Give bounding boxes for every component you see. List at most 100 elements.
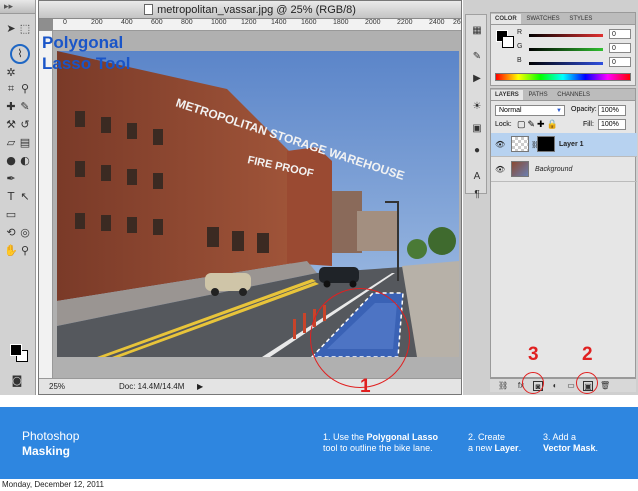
- slider-track-b[interactable]: [529, 62, 603, 65]
- lock-options-icons[interactable]: ▢✎✚🔒: [517, 119, 560, 130]
- pen-tool-icon[interactable]: ✒: [4, 172, 18, 186]
- move-tool-icon[interactable]: ➤: [4, 22, 18, 36]
- color-panel: COLOR SWATCHES STYLES R 0 G 0 B 0: [490, 12, 636, 86]
- callout-line-1: Polygonal: [42, 33, 124, 52]
- 3d-rotate-tool-icon[interactable]: ⟲: [4, 226, 18, 240]
- ruler-mark: 1000: [211, 19, 227, 26]
- layer-thumbnail: [511, 161, 529, 177]
- marker-circle-bike-lane: [310, 288, 410, 388]
- banner-title-line-2: Masking: [22, 444, 71, 458]
- ruler-mark: 800: [181, 19, 193, 26]
- brush-tool-icon[interactable]: ✎: [18, 100, 32, 114]
- new-group-icon[interactable]: ▭: [566, 381, 576, 391]
- layer-name: Background: [535, 166, 573, 173]
- tools-panel: ▸▸ ➤ ⬚ ⌇ ✲ ⌗ ⚲ ✚ ✎ ⚒ ↺ ▱ ▤ ● ◐ ✒ T ↖ ▭ ⟲…: [0, 0, 36, 395]
- document-title: metropolitan_vassar.jpg @ 25% (RGB/8): [157, 4, 356, 16]
- ruler-mark: 400: [121, 19, 133, 26]
- eraser-tool-icon[interactable]: ▱: [4, 136, 18, 150]
- slider-track-g[interactable]: [529, 48, 603, 51]
- marker-circle-add-mask: [522, 372, 544, 394]
- healing-brush-tool-icon[interactable]: ✚: [4, 100, 18, 114]
- banner-title: Photoshop Masking: [22, 429, 79, 459]
- adjustments-panel-icon[interactable]: ☀: [471, 101, 483, 113]
- step-1-prefix: 1. Use the: [323, 432, 367, 442]
- gradient-tool-icon[interactable]: ▤: [18, 136, 32, 150]
- color-bg-swatch[interactable]: [502, 36, 514, 48]
- channel-label-g: G: [517, 43, 523, 50]
- tab-layers[interactable]: LAYERS: [491, 90, 523, 100]
- foreground-color-swatch[interactable]: [10, 344, 22, 356]
- visibility-eye-icon[interactable]: 👁: [495, 165, 505, 174]
- tab-color[interactable]: COLOR: [491, 14, 521, 24]
- lock-label: Lock:: [495, 121, 512, 128]
- tab-styles[interactable]: STYLES: [565, 16, 596, 22]
- crop-tool-icon[interactable]: ⌗: [4, 82, 18, 96]
- step-3: 3. Add a Vector Mask.: [543, 432, 598, 454]
- history-panel-icon[interactable]: ▦: [471, 25, 483, 37]
- step-1: 1. Use the Polygonal Lasso tool to outli…: [323, 432, 438, 454]
- adjustment-layer-icon[interactable]: ◐: [550, 381, 560, 391]
- slider-track-r[interactable]: [529, 34, 603, 37]
- step-3-bold: Vector Mask: [543, 443, 596, 453]
- ruler-mark: 1800: [333, 19, 349, 26]
- magic-wand-tool-icon[interactable]: ✲: [4, 66, 18, 80]
- step-1-bold: Polygonal Lasso: [366, 432, 439, 442]
- fill-input[interactable]: 100%: [598, 119, 626, 130]
- vector-mask-thumbnail[interactable]: [537, 136, 555, 152]
- marker-number-3: 3: [528, 344, 539, 365]
- masks-panel-icon[interactable]: ▣: [471, 123, 483, 135]
- opacity-label: Opacity:: [571, 106, 597, 113]
- marquee-tool-icon[interactable]: ⬚: [18, 22, 32, 36]
- marker-circle-new-layer: [576, 372, 598, 394]
- layer-name: Layer 1: [559, 141, 584, 148]
- blur-tool-icon[interactable]: ●: [4, 154, 18, 168]
- step-1-line-2: tool to outline the bike lane.: [323, 443, 433, 453]
- blend-mode-value: Normal: [499, 107, 522, 114]
- layer-row-background[interactable]: 👁 Background: [491, 158, 637, 182]
- delete-layer-icon[interactable]: 🗑: [600, 381, 610, 391]
- type-tool-icon[interactable]: T: [4, 190, 18, 204]
- selected-tool-highlight: [10, 44, 30, 64]
- 3d-orbit-tool-icon[interactable]: ◎: [18, 226, 32, 240]
- dodge-tool-icon[interactable]: ◐: [18, 154, 32, 168]
- channel-label-r: R: [517, 29, 523, 36]
- quick-mask-icon[interactable]: ◙: [10, 374, 24, 388]
- shape-tool-icon[interactable]: ▭: [4, 208, 18, 222]
- status-menu-arrow-icon[interactable]: ▶: [197, 379, 203, 394]
- eyedropper-tool-icon[interactable]: ⚲: [18, 82, 32, 96]
- ruler-mark: 1600: [301, 19, 317, 26]
- ruler-mark: 0: [63, 19, 67, 26]
- ruler-mark: 1400: [271, 19, 287, 26]
- zoom-tool-icon[interactable]: ⚲: [18, 244, 32, 258]
- info-panel-icon[interactable]: ●: [471, 145, 483, 157]
- step-2-bold: Layer: [494, 443, 519, 453]
- tab-swatches[interactable]: SWATCHES: [522, 16, 563, 22]
- zoom-level[interactable]: 25%: [49, 379, 65, 394]
- tab-paths[interactable]: PATHS: [524, 92, 551, 98]
- path-selection-tool-icon[interactable]: ↖: [18, 190, 32, 204]
- link-layers-icon[interactable]: ⛓: [498, 381, 508, 391]
- blend-mode-dropdown-icon: ▼: [556, 108, 562, 114]
- layers-panel: LAYERS PATHS CHANNELS Normal ▼ Opacity: …: [490, 88, 637, 378]
- visibility-eye-icon[interactable]: 👁: [495, 140, 505, 149]
- layers-panel-footer: ⛓ fx ◙ ◐ ▭ ▣ 🗑: [490, 378, 636, 392]
- channel-value-r[interactable]: 0: [609, 29, 631, 39]
- character-panel-icon[interactable]: A: [471, 171, 483, 183]
- blend-mode-select[interactable]: Normal ▼: [495, 105, 565, 116]
- clone-stamp-tool-icon[interactable]: ⚒: [4, 118, 18, 132]
- actions-panel-icon[interactable]: ▶: [471, 73, 483, 85]
- paragraph-panel-icon[interactable]: ¶: [471, 189, 483, 201]
- ruler-mark: 26: [453, 19, 461, 26]
- document-status-bar: 25% Doc: 14.4M/14.4M ▶: [39, 378, 461, 394]
- brushes-panel-icon[interactable]: ✎: [471, 51, 483, 63]
- color-panel-tabs: COLOR SWATCHES STYLES: [491, 13, 635, 25]
- color-spectrum-bar[interactable]: [495, 73, 631, 81]
- channel-value-b[interactable]: 0: [609, 57, 631, 67]
- history-brush-tool-icon[interactable]: ↺: [18, 118, 32, 132]
- tab-channels[interactable]: CHANNELS: [553, 92, 594, 98]
- hand-tool-icon[interactable]: ✋: [4, 244, 18, 258]
- step-2-suffix: .: [518, 443, 522, 453]
- channel-value-g[interactable]: 0: [609, 43, 631, 53]
- opacity-input[interactable]: 100%: [598, 105, 626, 116]
- layer-row-layer-1[interactable]: 👁 ⛓ Layer 1: [491, 133, 637, 157]
